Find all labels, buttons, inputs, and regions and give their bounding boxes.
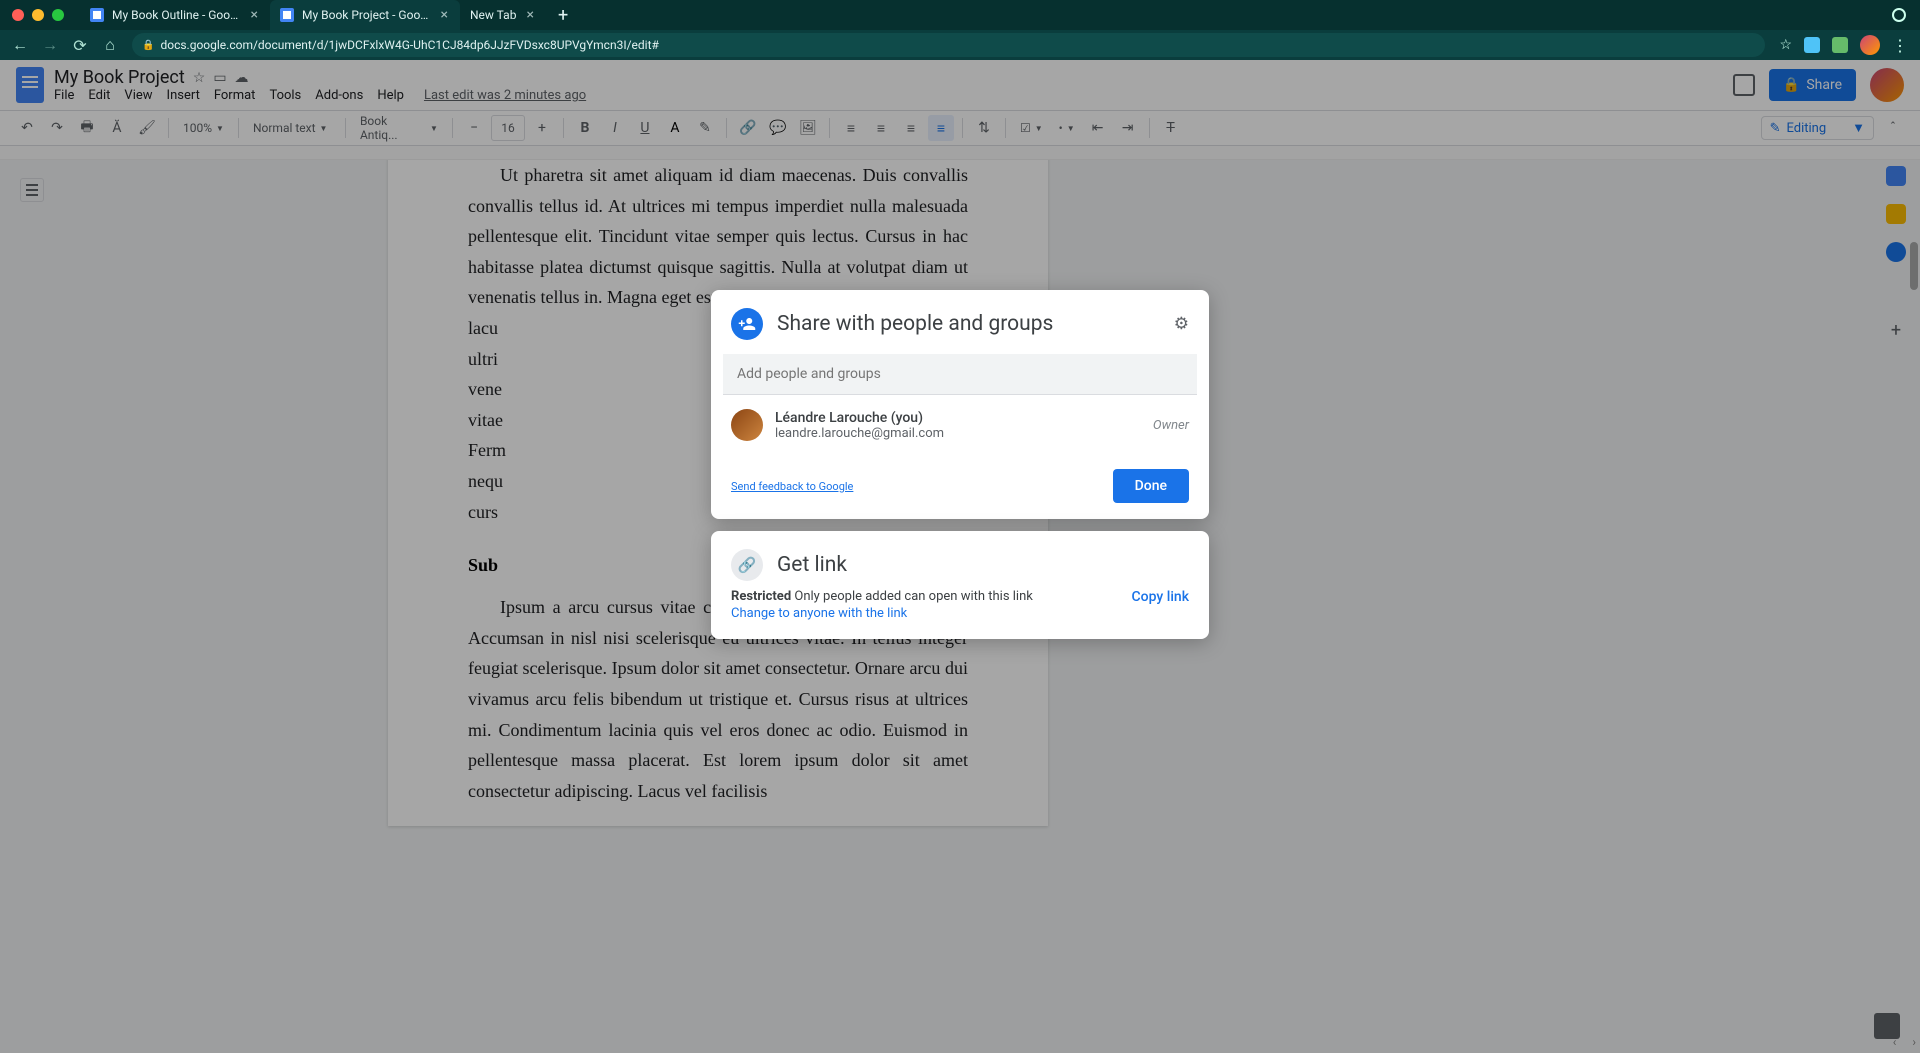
close-tab-icon[interactable]: ×: [249, 7, 260, 23]
person-name: Léandre Larouche (you): [775, 410, 944, 426]
bookmark-icon[interactable]: ☆: [1779, 37, 1792, 53]
get-link-title: Get link: [777, 553, 847, 577]
share-dialog: Share with people and groups ⚙ Léandre L…: [711, 290, 1209, 639]
person-role: Owner: [1153, 418, 1189, 433]
account-indicator-icon[interactable]: [1892, 8, 1906, 22]
docs-favicon: [280, 8, 294, 22]
share-dialog-title: Share with people and groups: [777, 312, 1053, 336]
tab-newtab[interactable]: New Tab ×: [460, 0, 546, 30]
person-avatar: [731, 409, 763, 441]
lock-icon: 🔒: [142, 40, 154, 51]
person-row: Léandre Larouche (you) leandre.larouche@…: [731, 409, 1189, 441]
close-window-button[interactable]: [12, 9, 24, 21]
done-button[interactable]: Done: [1113, 469, 1189, 503]
tab-title: My Book Outline - Google Doc…: [112, 8, 241, 22]
tab-project[interactable]: My Book Project - Google Doc… ×: [270, 0, 460, 30]
docs-favicon: [90, 8, 104, 22]
new-tab-button[interactable]: +: [546, 5, 580, 26]
back-button[interactable]: ←: [12, 37, 28, 53]
browser-menu-icon[interactable]: ⋮: [1892, 36, 1908, 55]
home-button[interactable]: ⌂: [102, 37, 118, 53]
close-tab-icon[interactable]: ×: [524, 7, 535, 23]
person-add-icon: [731, 308, 763, 340]
copy-link-button[interactable]: Copy link: [1132, 589, 1189, 605]
browser-chrome: My Book Outline - Google Doc… × My Book …: [0, 0, 1920, 60]
link-icon: 🔗: [731, 549, 763, 581]
extensions-menu-icon[interactable]: [1832, 37, 1848, 53]
add-people-input[interactable]: [723, 354, 1197, 395]
change-access-link[interactable]: Change to anyone with the link: [731, 606, 1033, 621]
forward-button[interactable]: →: [42, 37, 58, 53]
tab-title: New Tab: [470, 8, 516, 22]
gear-icon[interactable]: ⚙: [1174, 314, 1189, 334]
link-description: Restricted Only people added can open wi…: [731, 589, 1033, 604]
restricted-label: Restricted: [731, 589, 791, 604]
address-bar: ← → ⟳ ⌂ 🔒 docs.google.com/document/d/1jw…: [0, 30, 1920, 60]
get-link-card: 🔗 Get link Restricted Only people added …: [711, 531, 1209, 639]
url-field[interactable]: 🔒 docs.google.com/document/d/1jwDCFxlxW4…: [132, 33, 1765, 57]
feedback-link[interactable]: Send feedback to Google: [731, 480, 853, 493]
maximize-window-button[interactable]: [52, 9, 64, 21]
browser-actions: ☆ ⋮: [1779, 35, 1908, 55]
tab-title: My Book Project - Google Doc…: [302, 8, 431, 22]
extension-icon[interactable]: [1804, 37, 1820, 53]
url-text: docs.google.com/document/d/1jwDCFxlxW4G-…: [160, 38, 658, 52]
tab-outline[interactable]: My Book Outline - Google Doc… ×: [80, 0, 270, 30]
person-email: leandre.larouche@gmail.com: [775, 426, 944, 441]
minimize-window-button[interactable]: [32, 9, 44, 21]
link-desc-text: Only people added can open with this lin…: [794, 589, 1033, 604]
window-controls: [12, 9, 64, 21]
reload-button[interactable]: ⟳: [72, 37, 88, 53]
close-tab-icon[interactable]: ×: [439, 7, 450, 23]
tab-strip: My Book Outline - Google Doc… × My Book …: [0, 0, 1920, 30]
share-card: Share with people and groups ⚙ Léandre L…: [711, 290, 1209, 519]
profile-avatar[interactable]: [1860, 35, 1880, 55]
